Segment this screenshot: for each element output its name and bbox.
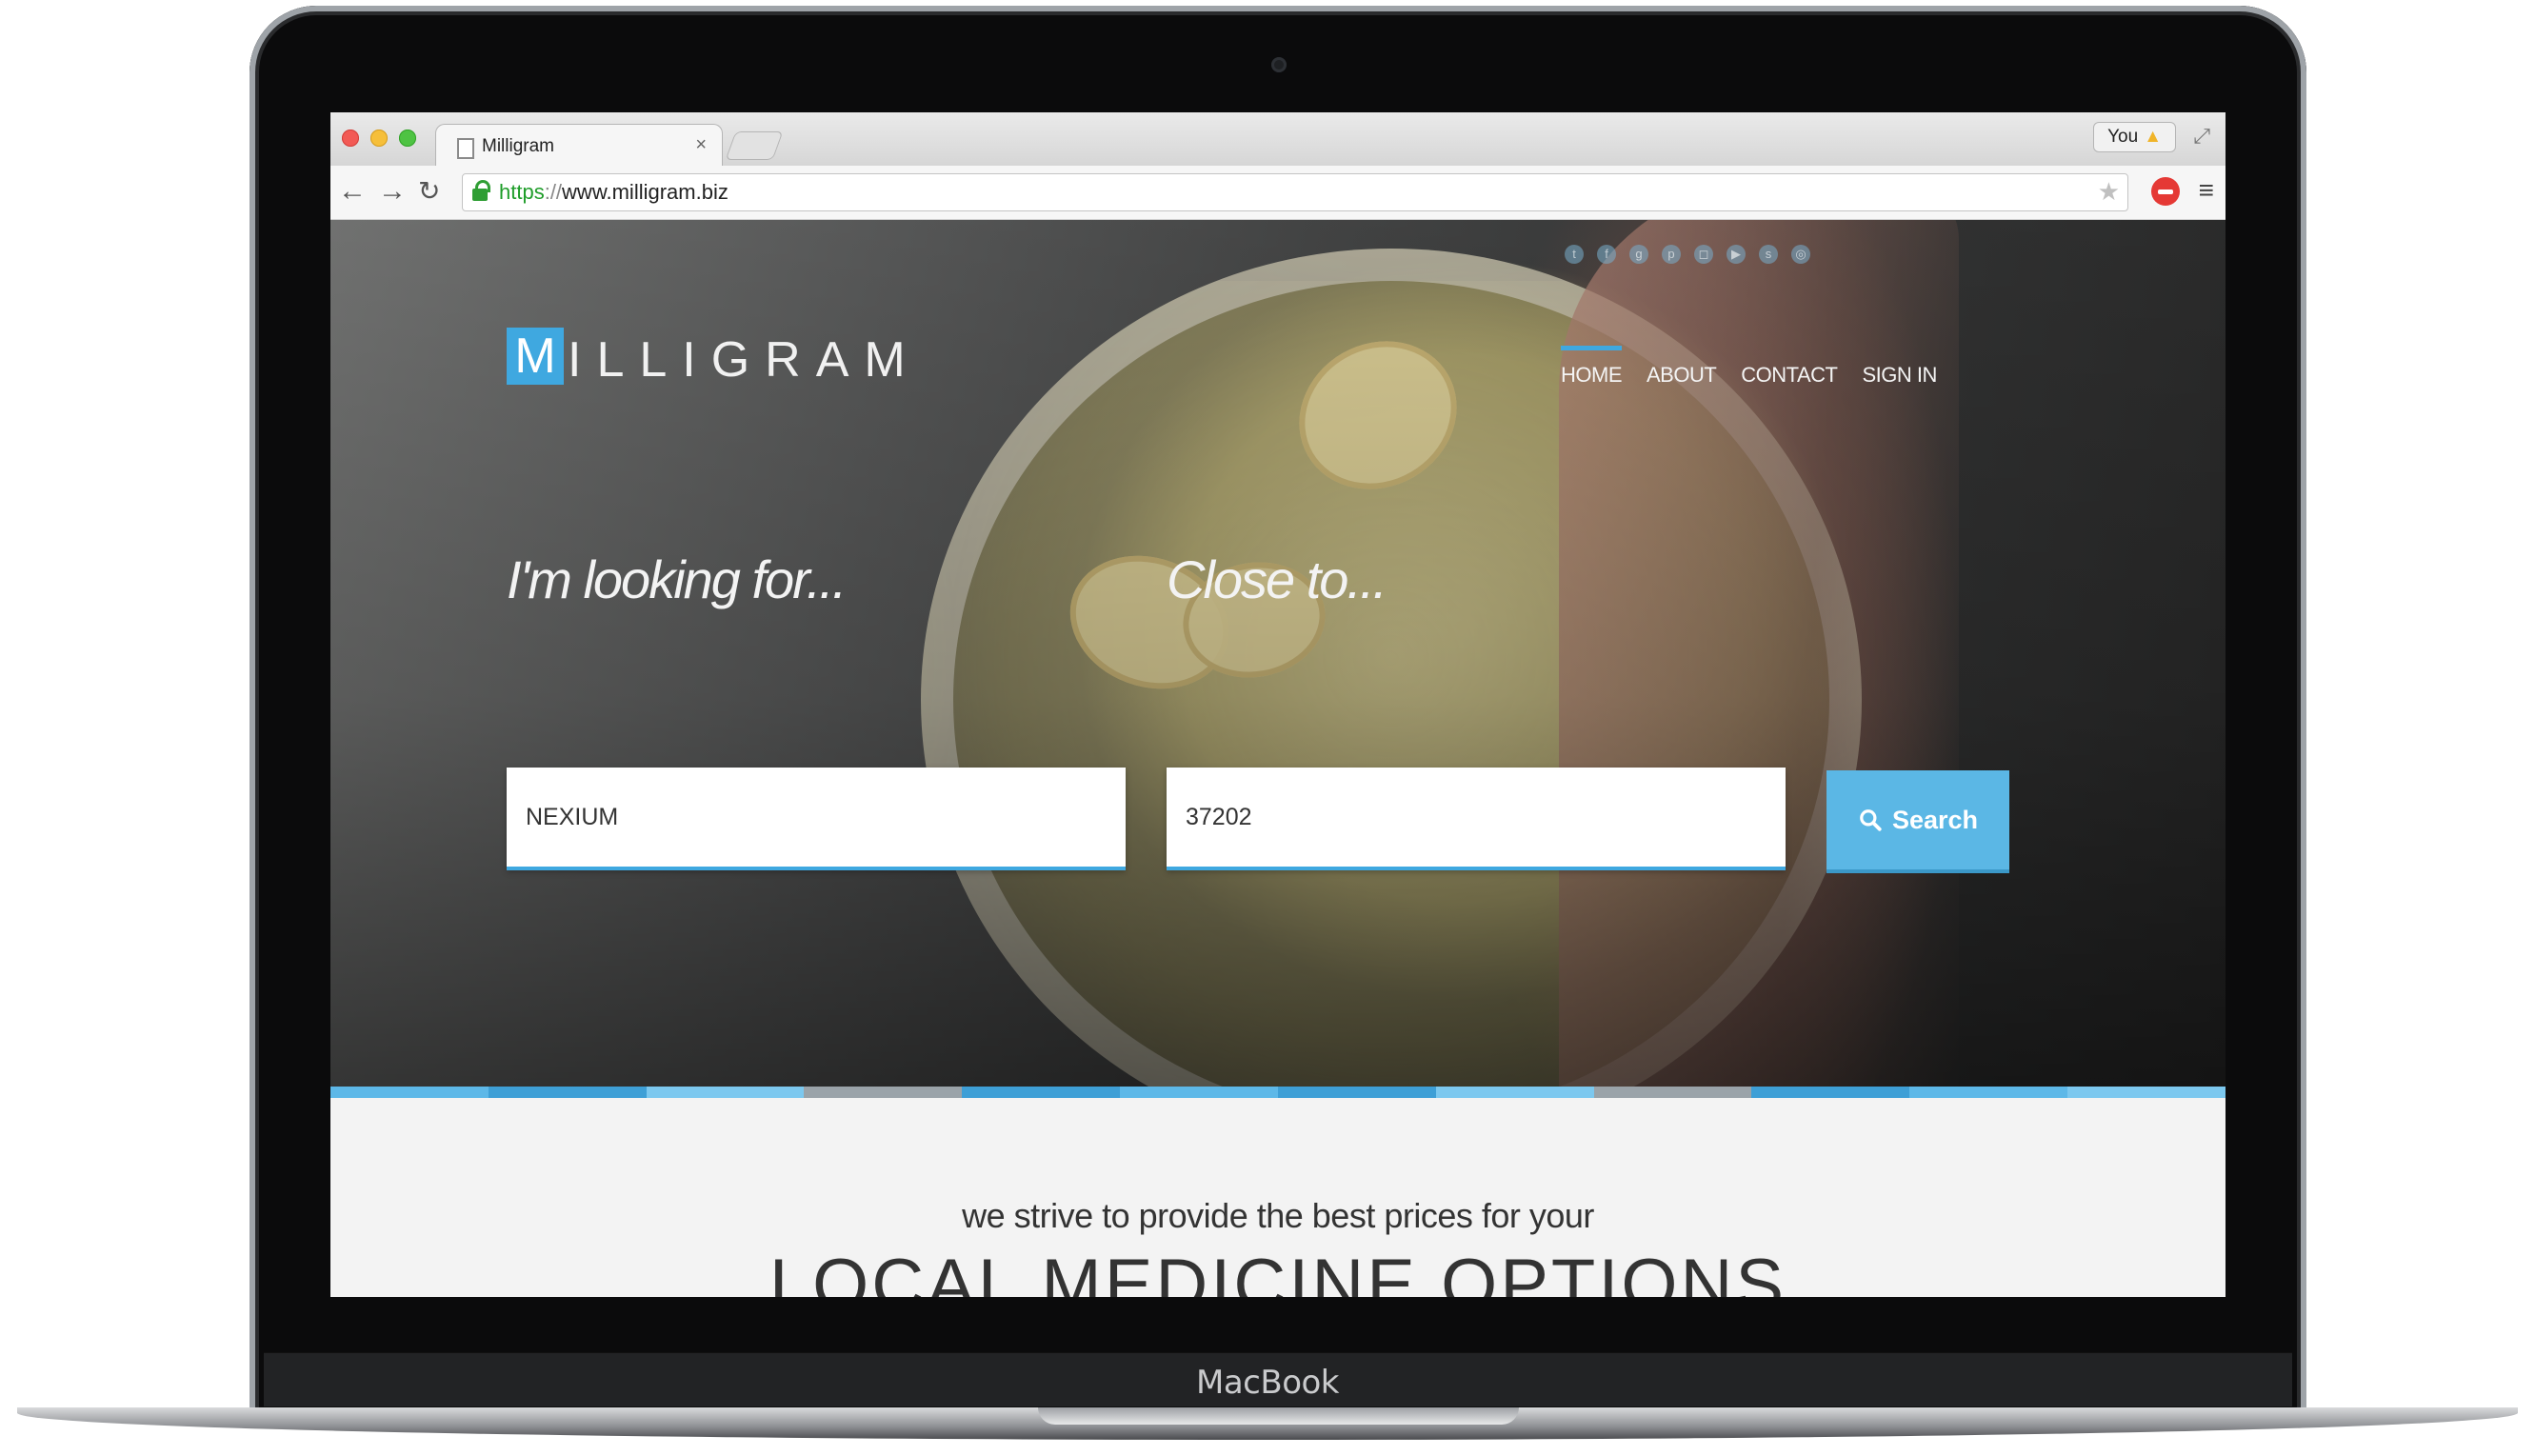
browser-window: Milligram × You ▲ ⤢ ← → ↻ https://www.mil… [330,112,2226,1297]
stripe-segment [1435,1087,1594,1098]
instagram-icon[interactable]: ◻ [1694,245,1713,264]
browser-toolbar: ← → ↻ https://www.milligram.biz ★ ≡ [330,166,2226,220]
stripe-segment [488,1087,647,1098]
profile-button[interactable]: You ▲ [2093,122,2176,152]
stripe-segment [330,1087,489,1098]
search-icon [1860,809,1882,831]
looking-for-label: I'm looking for... [507,549,847,609]
color-stripe [330,1087,2226,1098]
browser-tab[interactable]: Milligram × [435,124,723,169]
nav-contact[interactable]: CONTACT [1741,353,1838,388]
product-search-input[interactable] [507,768,1126,870]
stripe-segment [1909,1087,2068,1098]
forward-button[interactable]: → [378,173,407,209]
pinterest-icon[interactable]: p [1662,245,1681,264]
nav-about[interactable]: ABOUT [1647,353,1717,388]
close-tab-icon[interactable]: × [695,134,707,156]
close-to-label: Close to... [1167,549,1387,609]
social-icons: t f g p ◻ ▶ s ◎ [1565,245,1810,264]
bookmark-star-icon[interactable]: ★ [2098,177,2120,207]
search-button-label: Search [1891,805,1979,834]
stripe-segment [962,1087,1121,1098]
hero-section: t f g p ◻ ▶ s ◎ M ILLIGRAM HOME ABOUT CONTACT S… [330,220,2226,1087]
section-headline: LOCAL MEDICINE OPTIONS [768,1245,1787,1297]
twitter-icon[interactable]: t [1565,245,1584,264]
logo-text: ILLIGRAM [568,332,921,388]
back-button[interactable]: ← [338,173,367,209]
stripe-segment [1277,1087,1436,1098]
stripe-segment [646,1087,805,1098]
menu-icon[interactable]: ≡ [2199,177,2214,204]
skype-icon[interactable]: s [1759,245,1778,264]
nav-sign-in[interactable]: SIGN IN [1863,353,1938,388]
location-search-input[interactable] [1167,768,1786,870]
youtube-icon[interactable]: ▶ [1727,245,1746,264]
laptop-notch [1038,1407,1519,1425]
nav-home[interactable]: HOME [1561,346,1623,388]
tab-strip: Milligram × You ▲ ⤢ [330,112,2226,169]
reload-button[interactable]: ↻ [418,173,440,209]
lock-icon [472,180,490,201]
stripe-segment [1751,1087,1910,1098]
stripe-segment [804,1087,963,1098]
minimize-window-button[interactable] [370,130,388,147]
profile-label: You [2107,127,2139,147]
main-nav: HOME ABOUT CONTACT SIGN IN [1561,346,1938,388]
tab-title: Milligram [482,136,554,156]
adblock-extension-icon[interactable] [2151,177,2180,206]
stripe-segment [1593,1087,1752,1098]
stripe-segment [2067,1087,2226,1098]
url-text: https://www.milligram.biz [499,180,729,204]
search-button[interactable]: Search [1826,770,2009,873]
logo-letter: M [507,328,564,385]
stripe-segment [1120,1087,1278,1098]
zoom-window-button[interactable] [399,130,416,147]
facebook-icon[interactable]: f [1597,245,1616,264]
tagline: we strive to provide the best prices for… [962,1196,1594,1235]
intro-section: we strive to provide the best prices for… [330,1098,2226,1297]
new-tab-button[interactable] [725,131,784,160]
fullscreen-icon[interactable]: ⤢ [2193,124,2210,149]
page-icon [457,138,474,159]
camera [1271,57,1287,72]
address-bar[interactable]: https://www.milligram.biz ★ [462,173,2128,211]
device-brand-label: MacBook [1196,1364,1339,1402]
dribbble-icon[interactable]: ◎ [1791,245,1810,264]
close-window-button[interactable] [342,130,359,147]
google-plus-icon[interactable]: g [1629,245,1648,264]
warning-icon: ▲ [2144,127,2162,147]
